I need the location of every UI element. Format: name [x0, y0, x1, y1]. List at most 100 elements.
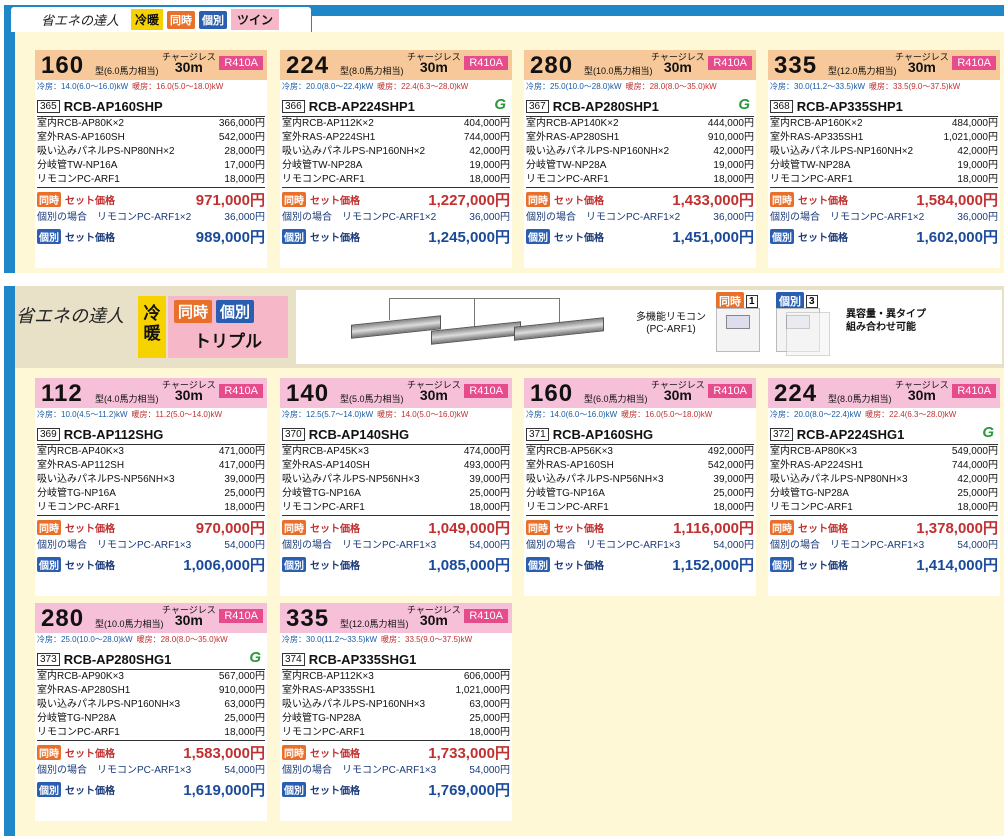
part-price: 39,000円	[469, 474, 510, 485]
ind-set-price-row: 個別 セット価格 989,000円	[35, 226, 267, 246]
card-header: 280 型(10.0馬力相当) チャージレス 30m R410A	[35, 603, 267, 633]
capacity: 280	[530, 52, 574, 79]
part-name: 室内RCB-AP112K×2	[282, 118, 374, 129]
part-name: 室外RAS-AP280SH1	[526, 132, 620, 143]
remote-image	[786, 312, 830, 356]
part-row: 分岐管TW-NP16A 17,000円	[37, 159, 265, 173]
capacity-note: 型(8.0馬力相当)	[828, 394, 892, 404]
spec-row: 冷房：25.0(10.0〜28.0)kW 暖房：28.0(8.0〜35.0)kW	[524, 80, 756, 94]
part-price: 744,000円	[463, 132, 510, 143]
refrigerant-badge: R410A	[952, 56, 996, 70]
ind-remote: リモコンPC-ARF1×3	[586, 540, 681, 551]
sim-set-label: セット価格	[310, 748, 360, 760]
chargeless: チャージレス 30m	[162, 380, 216, 402]
part-row: 室外RAS-AP280SH1 910,000円	[37, 684, 265, 698]
sim-set-label: セット価格	[554, 523, 604, 535]
ind-remote: リモコンPC-ARF1×2	[97, 212, 192, 223]
cooling-spec: 冷房：14.0(6.0〜16.0)kW	[526, 410, 618, 419]
part-name: 分岐管TG-NP16A	[37, 488, 116, 499]
part-row: 室内RCB-AP140K×2 444,000円	[526, 117, 754, 131]
part-name: 室内RCB-AP40K×3	[37, 446, 124, 457]
ind-prefix: 個別の場合	[37, 765, 87, 776]
simultaneous-badge: 同時	[282, 191, 306, 207]
ind-prefix: 個別の場合	[770, 540, 820, 551]
model-row: 373 RCB-AP280SHG1 G	[35, 649, 267, 669]
part-row: 室内RCB-AP90K×3 567,000円	[37, 670, 265, 684]
ind-remote-row: 個別の場合 リモコンPC-ARF1×2 36,000円	[524, 210, 756, 226]
card-header: 280 型(10.0馬力相当) チャージレス 30m R410A	[524, 50, 756, 80]
ind-prefix: 個別の場合	[282, 540, 332, 551]
pipe-length: 30m	[174, 59, 203, 75]
part-name: 室外RAS-AP140SH	[282, 460, 370, 471]
ind-prefix: 個別の場合	[770, 212, 820, 223]
card-header: 335 型(12.0馬力相当) チャージレス 30m R410A	[768, 50, 1000, 80]
model-name: RCB-AP160SHG	[552, 426, 654, 442]
part-name: 室外RAS-AP335SH1	[770, 132, 864, 143]
part-name: リモコンPC-ARF1	[526, 502, 609, 513]
heating-spec: 暖房：11.2(5.0〜14.0)kW	[131, 410, 223, 419]
part-row: 室内RCB-AP45K×3 474,000円	[282, 445, 510, 459]
part-price: 492,000円	[707, 446, 754, 457]
individual-badge: 個別	[37, 556, 61, 572]
ind-prefix: 個別の場合	[37, 212, 87, 223]
green-leaf-icon: G	[982, 424, 994, 441]
type-tag-twin: ツイン	[231, 9, 280, 30]
part-name: リモコンPC-ARF1	[282, 727, 365, 738]
part-price: 18,000円	[957, 502, 998, 513]
sim-set-price-row: 同時 セット価格 1,584,000円	[768, 188, 1000, 210]
ind-remote-price: 54,000円	[224, 765, 265, 776]
part-row: 分岐管TG-NP28A 25,000円	[770, 487, 998, 501]
part-row: 吸い込みパネルPS-NP160NH×2 42,000円	[770, 145, 998, 159]
sim-set-price-row: 同時 セット価格 1,433,000円	[524, 188, 756, 210]
cooling-spec: 冷房：30.0(11.2〜33.5)kW	[770, 82, 865, 91]
capacity: 160	[530, 380, 574, 407]
part-name: 分岐管TG-NP28A	[770, 488, 849, 499]
refrigerant-badge: R410A	[464, 609, 508, 623]
part-price: 28,000円	[224, 146, 265, 157]
ind-set-label: セット価格	[65, 785, 115, 797]
sim-set-price-row: 同時 セット価格 970,000円	[35, 516, 267, 538]
ind-remote-row: 個別の場合 リモコンPC-ARF1×3 54,000円	[280, 538, 512, 554]
individual-badge: 個別	[37, 781, 61, 797]
chargeless: チャージレス 30m	[162, 605, 216, 627]
ind-remote-price: 36,000円	[469, 212, 510, 223]
refrigerant-badge: R410A	[708, 56, 752, 70]
cooling-spec: 冷房：20.0(8.0〜22.4)kW	[282, 82, 374, 91]
sim-set-price-row: 同時 セット価格 1,227,000円	[280, 188, 512, 210]
ind-remote-price: 54,000円	[713, 540, 754, 551]
green-leaf-icon: G	[249, 649, 261, 666]
brand-logo: 省エネの達人	[41, 14, 120, 29]
pipe-length: 30m	[419, 612, 448, 628]
ind-set-label: セット価格	[65, 560, 115, 572]
model-name: RCB-AP160SHP	[63, 98, 163, 114]
part-name: 室内RCB-AP90K×3	[37, 671, 124, 682]
model-row: 369 RCB-AP112SHG	[35, 424, 267, 444]
item-number: 371	[526, 427, 549, 441]
part-price: 19,000円	[713, 160, 754, 171]
refrigerant-badge: R410A	[219, 56, 263, 70]
part-row: 吸い込みパネルPS-NP160NH×2 42,000円	[282, 145, 510, 159]
part-price: 910,000円	[218, 685, 265, 696]
part-row: リモコンPC-ARF1 18,000円	[37, 726, 265, 740]
part-name: 吸い込みパネルPS-NP56NH×3	[37, 474, 175, 485]
model-name: RCB-AP140SHG	[308, 426, 410, 442]
part-row: リモコンPC-ARF1 18,000円	[282, 726, 510, 740]
green-leaf-icon: G	[494, 96, 506, 113]
part-row: 室外RAS-AP160SH 542,000円	[37, 131, 265, 145]
part-price: 567,000円	[218, 671, 265, 682]
model-name: RCB-AP280SHP1	[552, 98, 659, 114]
part-row: 室外RAS-AP140SH 493,000円	[282, 459, 510, 473]
part-name: 吸い込みパネルPS-NP160NH×2	[282, 146, 426, 157]
pipe-line	[474, 298, 475, 328]
simultaneous-badge: 同時	[770, 191, 794, 207]
pipe-line	[559, 298, 560, 324]
part-row: 室内RCB-AP56K×3 492,000円	[526, 445, 754, 459]
parts-list: 室内RCB-AP112K×3 606,000円 室外RAS-AP335SH1 1,02…	[282, 669, 510, 741]
cooling-spec: 冷房：30.0(11.2〜33.5)kW	[282, 635, 377, 644]
part-price: 366,000円	[218, 118, 265, 129]
chargeless: チャージレス 30m	[895, 52, 949, 74]
part-row: 吸い込みパネルPS-NP56NH×3 39,000円	[282, 473, 510, 487]
part-price: 484,000円	[951, 118, 998, 129]
part-price: 910,000円	[707, 132, 754, 143]
part-price: 25,000円	[224, 488, 265, 499]
